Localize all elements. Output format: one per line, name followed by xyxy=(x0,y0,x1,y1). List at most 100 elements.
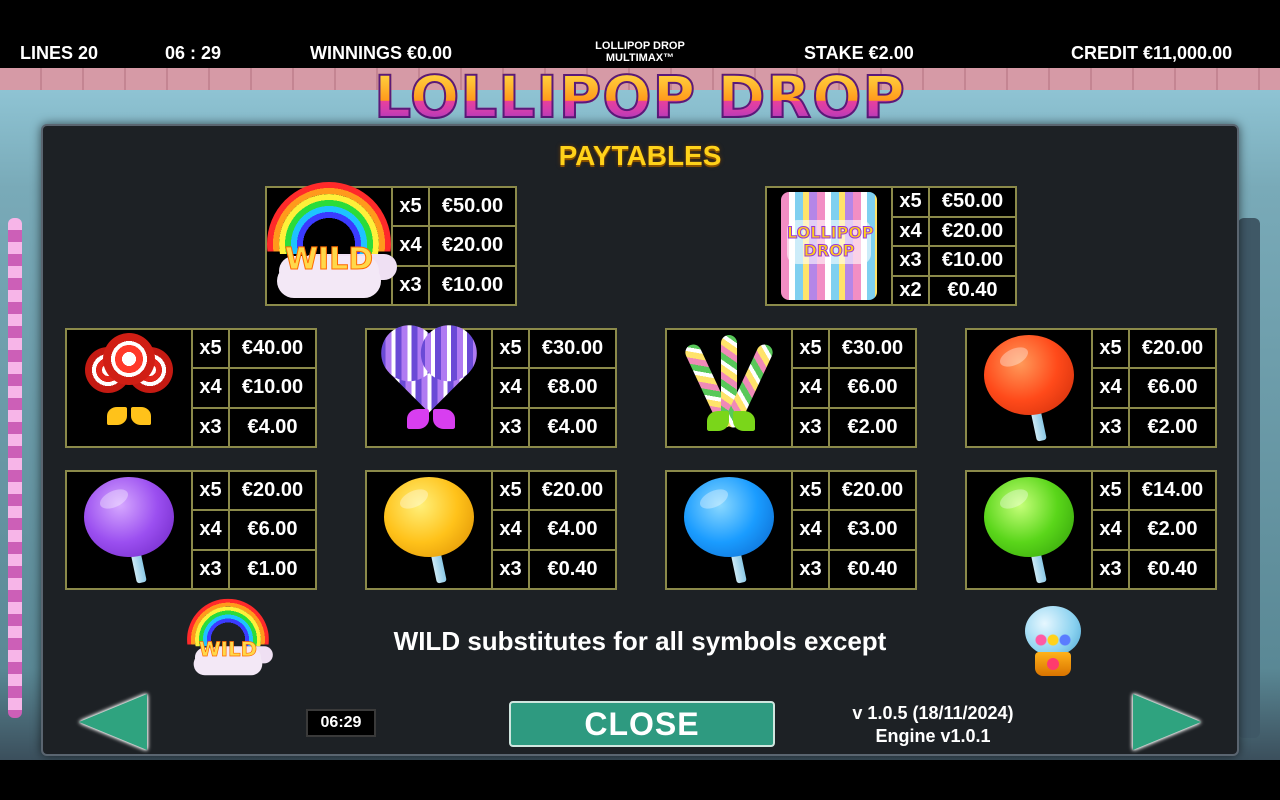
pay-row: x5 €20.00 xyxy=(1093,330,1215,370)
purple-heart-lollipop-icon xyxy=(367,330,493,446)
next-page-arrow-icon[interactable] xyxy=(1133,694,1201,750)
payout: €3.00 xyxy=(847,518,898,541)
right-pillar xyxy=(1238,218,1260,738)
candy-bag-icon: LOLLIPOP DROP xyxy=(767,188,893,304)
yellow-lollipop-icon xyxy=(367,472,493,588)
pay-row: x3 €10.00 xyxy=(393,266,515,304)
multiplier: x3 xyxy=(493,408,530,446)
multiplier: x4 xyxy=(893,217,930,245)
payout: €14.00 xyxy=(1141,479,1204,502)
multiplier: x4 xyxy=(493,369,530,407)
stake-display: STAKE €2.00 xyxy=(804,43,914,63)
paytable-purple-lollipop: x5 €20.00 x4 €6.00 x3 €1.00 xyxy=(65,470,317,590)
green-lollipop-icon xyxy=(967,472,1093,588)
pay-row: x3 €10.00 xyxy=(893,247,1015,277)
multiplier: x3 xyxy=(193,408,230,446)
multiplier: x4 xyxy=(193,369,230,407)
multiplier: x4 xyxy=(1093,511,1130,549)
multiplier: x3 xyxy=(1093,408,1130,446)
pay-row: x5 €40.00 xyxy=(193,330,315,370)
pay-row: x5 €30.00 xyxy=(493,330,615,370)
multiplier: x3 xyxy=(193,550,230,588)
multiplier: x5 xyxy=(493,472,530,510)
pay-row: x3 €0.40 xyxy=(1093,550,1215,588)
pay-row: x4 €6.00 xyxy=(193,511,315,551)
paytable-blue-lollipop: x5 €20.00 x4 €3.00 x3 €0.40 xyxy=(665,470,917,590)
payout: €30.00 xyxy=(541,337,604,360)
multiplier: x3 xyxy=(893,247,930,275)
red-swirl-lollipops-icon xyxy=(67,330,193,446)
paytable-panel: PAYTABLES WILD x5 €50.00 x4 €20.00 x3 €10.0… xyxy=(41,124,1239,756)
multiplier: x5 xyxy=(393,188,430,226)
pay-row: x2 €0.40 xyxy=(893,276,1015,304)
pay-row: x4 €2.00 xyxy=(1093,511,1215,551)
pay-row: x5 €20.00 xyxy=(193,472,315,512)
payout: €50.00 xyxy=(441,195,504,218)
payout: €2.00 xyxy=(1147,518,1198,541)
payout: €20.00 xyxy=(441,234,504,257)
multiplier: x3 xyxy=(393,266,430,304)
payout: €0.40 xyxy=(947,278,998,301)
multiplier: x5 xyxy=(193,330,230,368)
payout: €30.00 xyxy=(841,337,904,360)
payout: €20.00 xyxy=(941,219,1004,242)
previous-page-arrow-icon[interactable] xyxy=(79,694,147,750)
game-logo: LOLLIPOP DROP xyxy=(0,63,1280,131)
purple-lollipop-icon xyxy=(67,472,193,588)
multiplier: x4 xyxy=(393,227,430,265)
close-button[interactable]: CLOSE xyxy=(509,701,775,747)
bottom-strip xyxy=(0,760,1280,800)
payout: €4.00 xyxy=(247,415,298,438)
multiplier: x5 xyxy=(1093,330,1130,368)
multiplier: x4 xyxy=(793,511,830,549)
candy-canes-icon xyxy=(667,330,793,446)
pay-row: x3 €2.00 xyxy=(1093,408,1215,446)
pay-row: x3 €0.40 xyxy=(793,550,915,588)
version-text: v 1.0.5 (18/11/2024) xyxy=(852,703,1014,723)
payout: €6.00 xyxy=(847,376,898,399)
payout: €10.00 xyxy=(941,249,1004,272)
left-candy-pillar xyxy=(8,218,22,718)
payout: €2.00 xyxy=(847,415,898,438)
payout: €0.40 xyxy=(847,557,898,580)
pay-row: x5 €14.00 xyxy=(1093,472,1215,512)
red-lollipop-icon xyxy=(967,330,1093,446)
multiplier: x4 xyxy=(1093,369,1130,407)
pay-row: x5 €30.00 xyxy=(793,330,915,370)
clock: 06:29 xyxy=(306,709,376,737)
paytable-candy-canes: x5 €30.00 x4 €6.00 x3 €2.00 xyxy=(665,328,917,448)
multiplier: x5 xyxy=(493,330,530,368)
version-info: v 1.0.5 (18/11/2024) Engine v1.0.1 xyxy=(803,702,1063,748)
pay-row: x5 €20.00 xyxy=(493,472,615,512)
gumball-machine-icon xyxy=(1021,606,1085,678)
pay-row: x3 €1.00 xyxy=(193,550,315,588)
multiplier: x2 xyxy=(893,276,930,304)
payout: €20.00 xyxy=(541,479,604,502)
payout: €20.00 xyxy=(841,479,904,502)
pay-row: x4 €8.00 xyxy=(493,369,615,409)
payout: €8.00 xyxy=(547,376,598,399)
paytable-bag: LOLLIPOP DROP x5 €50.00 x4 €20.00 x3 €10.00 … xyxy=(765,186,1017,306)
multiplier: x3 xyxy=(493,550,530,588)
bag-label-2: DROP xyxy=(803,241,855,260)
logo-text: LOLLIPOP DROP xyxy=(373,63,906,131)
pay-row: x3 €0.40 xyxy=(493,550,615,588)
pay-row: x5 €20.00 xyxy=(793,472,915,512)
pay-row: x3 €4.00 xyxy=(493,408,615,446)
paytable-green-lollipop: x5 €14.00 x4 €2.00 x3 €0.40 xyxy=(965,470,1217,590)
pay-row: x3 €4.00 xyxy=(193,408,315,446)
paytable-title: PAYTABLES xyxy=(558,140,722,171)
pay-row: x4 €3.00 xyxy=(793,511,915,551)
blue-lollipop-icon xyxy=(667,472,793,588)
pay-row: x4 €6.00 xyxy=(1093,369,1215,409)
multiplier: x5 xyxy=(1093,472,1130,510)
payout: €0.40 xyxy=(547,557,598,580)
pay-row: x4 €20.00 xyxy=(393,227,515,267)
paytable-red-swirl: x5 €40.00 x4 €10.00 x3 €4.00 xyxy=(65,328,317,448)
multiplier: x4 xyxy=(493,511,530,549)
bag-label-1: LOLLIPOP xyxy=(787,223,875,242)
wild-label: WILD xyxy=(284,242,374,278)
engine-text: Engine v1.0.1 xyxy=(875,726,991,746)
multiplier: x5 xyxy=(793,472,830,510)
payout: €40.00 xyxy=(241,337,304,360)
